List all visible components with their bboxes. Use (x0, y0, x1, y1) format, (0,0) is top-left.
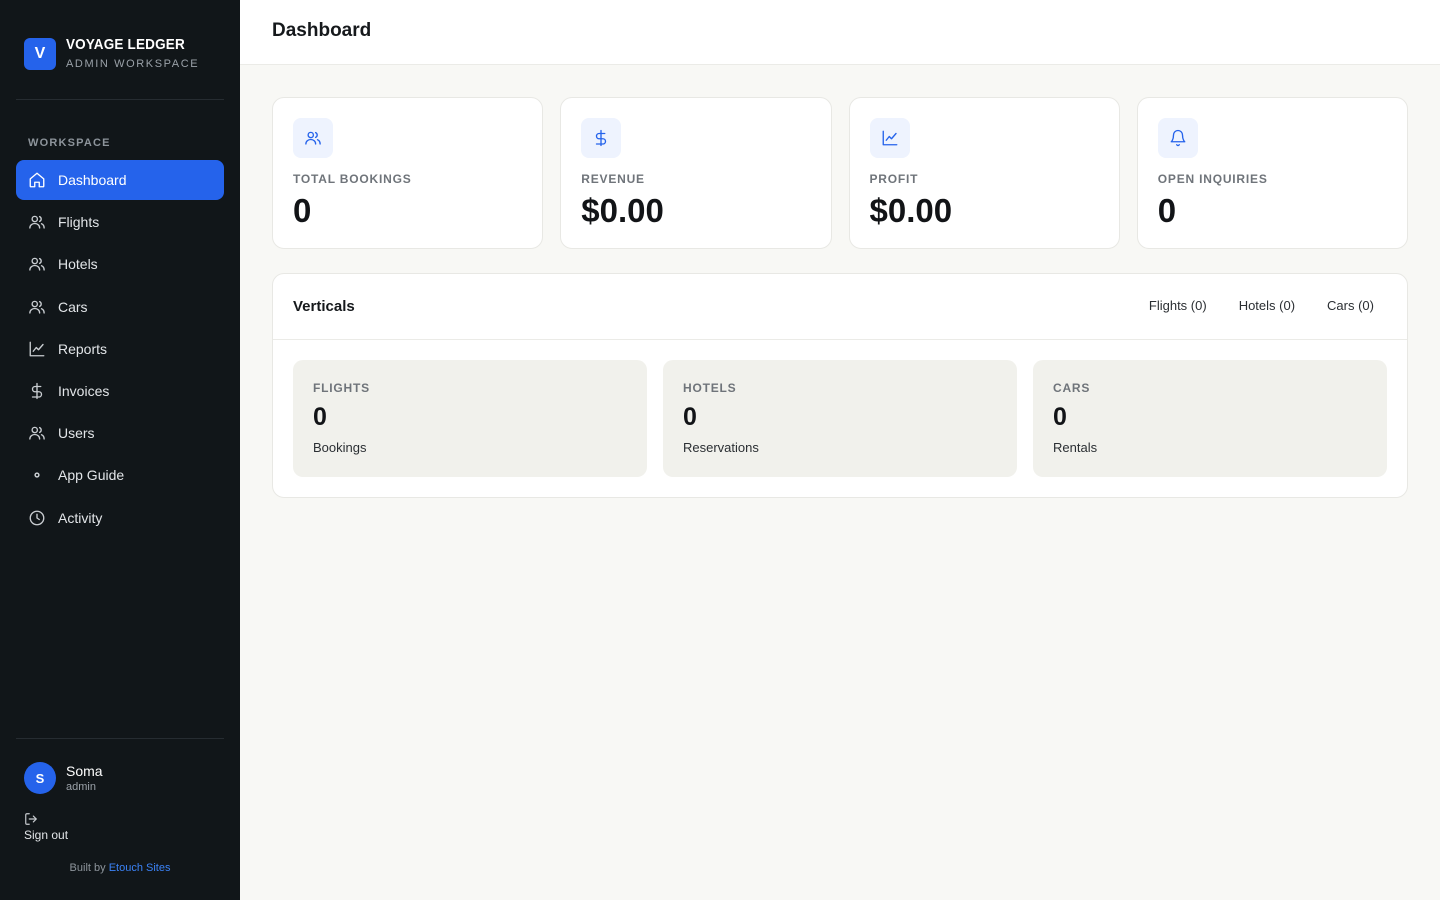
vertical-card-flights: FLIGHTS 0 Bookings (293, 360, 647, 477)
sidebar-item-users[interactable]: Users (16, 413, 224, 453)
tab-flights[interactable]: Flights (0) (1136, 296, 1220, 315)
built-by-credit: Built by Etouch Sites (69, 862, 171, 874)
verticals-tabs: Flights (0) Hotels (0) Cars (0) (1130, 296, 1387, 315)
users-icon (28, 255, 46, 273)
stat-label: PROFIT (869, 172, 919, 186)
stat-card-total-bookings: TOTAL BOOKINGS 0 (272, 97, 544, 249)
stat-card-profit: PROFIT $0.00 (848, 97, 1120, 249)
vertical-value: 0 (313, 403, 327, 431)
vertical-sublabel: Reservations (683, 440, 759, 455)
users-icon (28, 424, 46, 442)
chart-line-icon (869, 118, 910, 158)
user-role: admin (66, 781, 96, 793)
sign-out-button[interactable]: Sign out (24, 812, 68, 842)
top-bar: Dashboard (240, 0, 1440, 65)
built-by-link[interactable]: Etouch Sites (109, 862, 171, 874)
stat-label: TOTAL BOOKINGS (293, 172, 412, 186)
vertical-label: FLIGHTS (313, 381, 370, 395)
verticals-cards: FLIGHTS 0 Bookings HOTELS 0 Reservations… (293, 360, 1387, 477)
verticals-panel: Verticals Flights (0) Hotels (0) Cars (0… (272, 273, 1408, 498)
sidebar-item-cars[interactable]: Cars (16, 287, 224, 327)
bell-icon (1157, 118, 1198, 158)
sidebar-item-label: Activity (58, 509, 103, 526)
tab-cars[interactable]: Cars (0) (1314, 296, 1387, 315)
vertical-card-hotels: HOTELS 0 Reservations (663, 360, 1017, 477)
divider (16, 738, 224, 739)
page-title: Dashboard (272, 20, 372, 41)
vertical-sublabel: Rentals (1053, 440, 1098, 455)
chart-line-icon (28, 340, 46, 358)
divider (16, 99, 224, 100)
users-icon (293, 118, 333, 158)
vertical-sublabel: Bookings (313, 440, 367, 455)
verticals-header: Verticals Flights (0) Hotels (0) Cars (0… (273, 274, 1407, 340)
sidebar-item-label: Invoices (58, 382, 110, 399)
stats-row: TOTAL BOOKINGS 0 REVENUE $0.00 PROFIT $0… (272, 97, 1408, 249)
dollar-icon (581, 118, 622, 158)
sidebar-item-label: Cars (58, 298, 88, 315)
sidebar-nav: Dashboard Flights Hotels Cars Reports In… (16, 160, 224, 540)
sidebar: V VOYAGE LEDGER ADMIN WORKSPACE WORKSPAC… (0, 0, 240, 900)
stat-card-open-inquiries: OPEN INQUIRIES 0 (1136, 97, 1408, 249)
sidebar-item-label: Dashboard (58, 172, 127, 188)
vertical-card-cars: CARS 0 Rentals (1033, 360, 1387, 477)
user-profile[interactable]: S Soma admin (24, 762, 103, 794)
sidebar-item-reports[interactable]: Reports (16, 329, 224, 369)
dollar-icon (28, 382, 46, 400)
clock-icon (28, 509, 46, 527)
stat-value: $0.00 (581, 192, 664, 229)
sidebar-item-label: Reports (58, 340, 108, 357)
sign-out-label: Sign out (24, 828, 69, 842)
stat-value: 0 (1157, 192, 1177, 229)
sidebar-item-hotels[interactable]: Hotels (16, 244, 224, 284)
vertical-value: 0 (683, 403, 697, 431)
users-icon (28, 298, 46, 316)
sidebar-item-label: Flights (58, 214, 100, 231)
stat-card-revenue: REVENUE $0.00 (560, 97, 832, 249)
vertical-label: HOTELS (683, 381, 737, 395)
sidebar-item-label: Users (58, 425, 95, 442)
sidebar-section-label: WORKSPACE (28, 137, 111, 149)
verticals-title: Verticals (293, 298, 355, 315)
sidebar-item-activity[interactable]: Activity (16, 498, 224, 538)
sidebar-item-invoices[interactable]: Invoices (16, 371, 224, 411)
brand[interactable]: V VOYAGE LEDGER ADMIN WORKSPACE (24, 36, 224, 76)
sidebar-item-dashboard[interactable]: Dashboard (16, 160, 224, 200)
brand-subtitle: ADMIN WORKSPACE (66, 58, 200, 70)
home-icon (28, 171, 46, 189)
users-icon (28, 213, 46, 231)
stat-value: $0.00 (869, 192, 953, 229)
stat-value: 0 (293, 192, 312, 229)
vertical-label: CARS (1053, 381, 1091, 395)
sidebar-item-app-guide[interactable]: App Guide (16, 455, 224, 495)
stat-label: REVENUE (581, 172, 645, 186)
logout-icon (24, 812, 68, 826)
user-name: Soma (66, 763, 103, 779)
vertical-value: 0 (1053, 403, 1067, 431)
sidebar-item-flights[interactable]: Flights (16, 202, 224, 242)
sidebar-item-label: Hotels (58, 256, 98, 273)
brand-logo: V (24, 38, 56, 70)
avatar: S (24, 762, 56, 794)
sidebar-item-label: App Guide (58, 467, 125, 484)
dot-icon (28, 466, 46, 484)
tab-hotels[interactable]: Hotels (0) (1226, 296, 1308, 315)
stat-label: OPEN INQUIRIES (1157, 172, 1268, 186)
brand-name: VOYAGE LEDGER (66, 36, 185, 53)
